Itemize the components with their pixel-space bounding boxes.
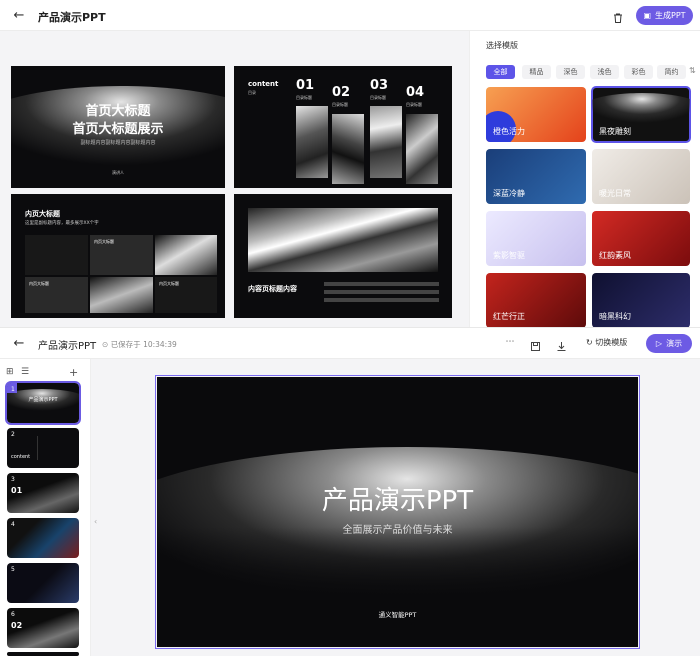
slide-title: 首页大标题 — [85, 104, 151, 119]
toc-num: 03 — [370, 78, 389, 93]
generate-ppt-button[interactable]: ▣ 生成PPT — [636, 6, 693, 25]
template-night[interactable]: 黑夜雕刻 — [591, 86, 691, 143]
slide-subtitle: 副标题内容副标题内容副标题内容 — [80, 140, 156, 146]
template-panel: 选择模版 全部 精品 深色 浅色 彩色 简约 ⇅ 橙色活力 黑夜雕刻 深蓝冷静 … — [469, 31, 700, 328]
slide-title: 内容页标题内容 — [248, 285, 297, 293]
slide-thumb-3[interactable]: 3 01 — [7, 473, 79, 513]
slide-number: 6 — [11, 611, 15, 618]
save-status: ⊙ 已保存于 10:34:39 — [102, 339, 177, 350]
template-name: 暗黑科幻 — [599, 312, 631, 321]
template-red-bright[interactable]: 红芒行正 — [486, 273, 586, 328]
main-slide-subtitle[interactable]: 全面展示产品价值与未来 — [157, 521, 638, 536]
check-circle-icon: ⊙ — [102, 340, 109, 349]
template-name: 橙色活力 — [493, 127, 525, 136]
slide-thumb-4[interactable]: 4 — [7, 518, 79, 558]
toc-num: 02 — [332, 85, 351, 100]
editor-toolbar: ← 产品演示PPT ⊙ 已保存于 10:34:39 ⋯ ↻ 切换模版 ▷ 演示 — [0, 327, 700, 359]
collapse-handle[interactable]: ‹ — [94, 517, 97, 526]
filter-simple[interactable]: 简约 — [657, 65, 686, 79]
template-red[interactable]: 红韵素风 — [592, 211, 690, 266]
slide-thumb-2[interactable]: 2 content — [7, 428, 79, 468]
thumb-text: 02 — [11, 621, 23, 630]
template-dark-scifi[interactable]: 暗黑科幻 — [592, 273, 690, 328]
main-slide-footer[interactable]: 通义智能PPT — [157, 609, 638, 619]
slide-thumb-1[interactable]: 1 产品演示PPT — [5, 381, 81, 425]
template-purple[interactable]: 紫影智驱 — [486, 211, 586, 266]
toc-num: 01 — [296, 78, 315, 93]
save-status-text: 已保存于 10:34:39 — [110, 340, 177, 349]
more-icon[interactable]: ⋯ — [504, 337, 516, 347]
page-title: 产品演示PPT — [38, 11, 106, 24]
template-name: 暖光日常 — [599, 189, 631, 198]
filter-colorful[interactable]: 彩色 — [624, 65, 653, 79]
template-name: 红芒行正 — [493, 312, 525, 321]
main-slide-canvas[interactable]: 产品演示PPT 全面展示产品价值与未来 通义智能PPT — [155, 375, 640, 649]
slide-number: 4 — [11, 521, 15, 528]
template-deep-blue[interactable]: 深蓝冷静 — [486, 149, 586, 204]
presentation-icon: ▣ — [643, 11, 651, 20]
card-title: 内页大标题 — [29, 281, 49, 286]
slide-thumb-7[interactable] — [7, 652, 79, 656]
slide-thumbnail-sidebar: ⊞ ☰ + 1 产品演示PPT 2 content 3 01 4 5 6 02 — [0, 359, 91, 656]
grid-view-icon[interactable]: ⊞ — [6, 367, 14, 377]
add-slide-icon[interactable]: + — [69, 366, 78, 379]
preview-canvas: 首页大标题 首页大标题展示 副标题内容副标题内容副标题内容 演讲人 conten… — [0, 31, 469, 327]
card-title: 内页大标题 — [94, 239, 114, 244]
toc-label: 目录标题 — [332, 102, 348, 107]
slide-content-sub: 目录 — [248, 90, 256, 95]
template-name: 黑夜雕刻 — [599, 127, 631, 136]
template-orange[interactable]: 橙色活力 — [486, 87, 586, 142]
filter-premium[interactable]: 精品 — [522, 65, 551, 79]
switch-template-button[interactable]: ↻ 切换模版 — [586, 337, 627, 348]
slide-presenter: 演讲人 — [112, 170, 124, 175]
filter-settings-icon[interactable]: ⇅ — [689, 66, 696, 75]
slide-number: 1 — [11, 386, 15, 393]
slide-number: 5 — [11, 566, 15, 573]
preview-slide-1[interactable]: 首页大标题 首页大标题展示 副标题内容副标题内容副标题内容 演讲人 — [11, 66, 225, 188]
slide-number: 2 — [11, 431, 15, 438]
play-icon: ▷ — [655, 339, 663, 348]
template-name: 紫影智驱 — [493, 251, 525, 260]
panel-heading: 选择模版 — [486, 41, 518, 50]
thumb-text: content — [11, 454, 31, 460]
editor-stage: ‹ 产品演示PPT 全面展示产品价值与未来 通义智能PPT — [91, 359, 700, 656]
slide-content-label: content — [248, 80, 279, 88]
filter-light[interactable]: 浅色 — [590, 65, 619, 79]
trash-icon[interactable] — [612, 9, 624, 23]
toc-label: 目录标题 — [296, 95, 312, 100]
template-name: 红韵素风 — [599, 251, 631, 260]
slide-thumb-6[interactable]: 6 02 — [7, 608, 79, 648]
list-view-icon[interactable]: ☰ — [21, 367, 29, 377]
template-name: 深蓝冷静 — [493, 189, 525, 198]
back-arrow-icon[interactable]: ← — [12, 9, 26, 23]
thumb-title: 产品演示PPT — [28, 397, 58, 403]
switch-template-label: 切换模版 — [595, 338, 628, 347]
present-label: 演示 — [666, 339, 683, 348]
download-icon[interactable] — [556, 337, 567, 351]
thumb-text: 01 — [11, 486, 23, 495]
top-header: ← 产品演示PPT ▣ 生成PPT — [0, 0, 700, 31]
template-warm[interactable]: 暖光日常 — [592, 149, 690, 204]
slide-number: 3 — [11, 476, 15, 483]
main-slide-title[interactable]: 产品演示PPT — [157, 480, 638, 517]
slide-subtitle: 这里是副标题内容，最多展示XX个字 — [25, 221, 99, 226]
save-icon[interactable] — [530, 337, 541, 351]
present-button[interactable]: ▷ 演示 — [646, 334, 692, 353]
preview-slide-4[interactable]: 内容页标题内容 — [234, 194, 452, 318]
toc-label: 目录标题 — [406, 102, 422, 107]
filter-dark[interactable]: 深色 — [556, 65, 585, 79]
editor-title: 产品演示PPT — [38, 341, 97, 352]
toc-num: 04 — [406, 85, 425, 100]
slide-title: 首页大标题展示 — [72, 122, 164, 137]
refresh-icon: ↻ — [586, 338, 593, 347]
card-title: 内页大标题 — [159, 281, 179, 286]
slide-title: 内页大标题 — [25, 210, 60, 218]
filter-all[interactable]: 全部 — [486, 65, 515, 79]
preview-slide-2[interactable]: content 目录 01 02 03 04 目录标题 目录标题 目录标题 目录… — [234, 66, 452, 188]
slide-thumb-5[interactable]: 5 — [7, 563, 79, 603]
back-arrow-icon[interactable]: ← — [12, 337, 26, 351]
preview-slide-3[interactable]: 内页大标题 这里是副标题内容，最多展示XX个字 内页大标题 内页大标题 内页大标… — [11, 194, 225, 318]
toc-label: 目录标题 — [370, 95, 386, 100]
